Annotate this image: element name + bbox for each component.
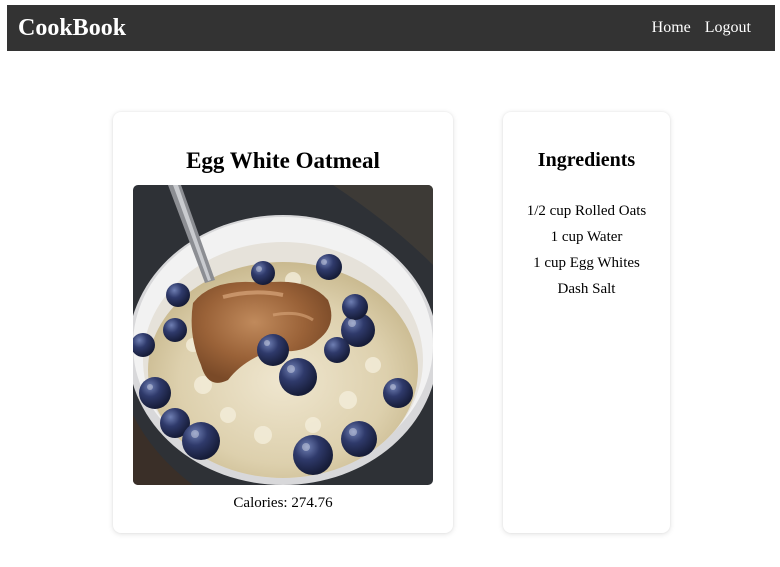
ingredient-list: 1/2 cup Rolled Oats 1 cup Water 1 cup Eg… <box>503 202 670 306</box>
nav-home-link[interactable]: Home <box>652 19 691 37</box>
ingredient-item: 1 cup Water <box>550 229 623 245</box>
recipe-card: Egg White Oatmeal Calories: 274.76 <box>113 112 453 533</box>
navbar: CookBook Home Logout <box>7 5 775 51</box>
ingredients-title: Ingredients <box>537 149 636 171</box>
brand-logo[interactable]: CookBook <box>18 15 126 42</box>
nav-logout-link[interactable]: Logout <box>705 19 751 37</box>
recipe-title: Egg White Oatmeal <box>186 148 380 173</box>
ingredient-item: Dash Salt <box>557 281 616 297</box>
ingredients-card: Ingredients 1/2 cup Rolled Oats 1 cup Wa… <box>503 112 670 533</box>
calories-label: Calories: 274.76 <box>233 495 333 511</box>
ingredient-item: 1 cup Egg Whites <box>533 255 640 271</box>
nav-links: Home Logout <box>652 19 764 37</box>
recipe-image <box>133 185 433 485</box>
ingredient-item: 1/2 cup Rolled Oats <box>526 203 647 219</box>
